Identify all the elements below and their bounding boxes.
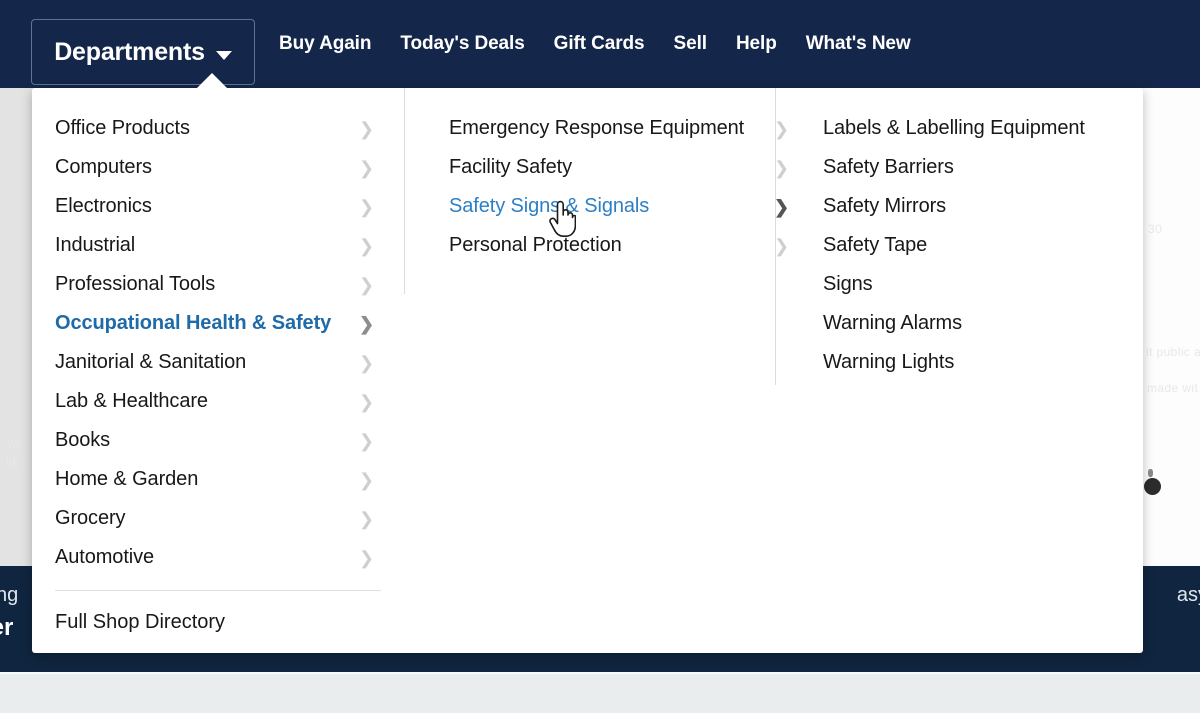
menu-item-label: Grocery xyxy=(55,507,126,529)
menu-item-label: Books xyxy=(55,429,111,451)
menu-item-label: Professional Tools xyxy=(55,273,216,295)
menu-item-emergency-response-equipment[interactable]: Emergency Response Equipment ❯ xyxy=(404,109,789,148)
menu-item-home-and-garden[interactable]: Home & Garden ❯ xyxy=(32,460,404,499)
menu-pointer-triangle xyxy=(196,73,228,89)
chevron-right-icon: ❯ xyxy=(359,469,375,490)
nav-link-sell[interactable]: Sell xyxy=(674,33,708,55)
menu-item-label: Signs xyxy=(823,273,873,295)
menu-item-books[interactable]: Books ❯ xyxy=(32,421,404,460)
menu-separator xyxy=(55,590,381,591)
chevron-right-icon: ❯ xyxy=(359,274,375,295)
nav-links: Buy Again Today's Deals Gift Cards Sell … xyxy=(279,0,911,88)
menu-item-label: Facility Safety xyxy=(449,156,572,178)
nav-link-help[interactable]: Help xyxy=(736,33,777,55)
menu-item-label: Automotive xyxy=(55,546,155,568)
menu-item-label: Industrial xyxy=(55,234,136,256)
column-divider-1 xyxy=(404,88,405,294)
menu-item-facility-safety[interactable]: Facility Safety ❯ xyxy=(404,148,789,187)
menu-item-personal-protection[interactable]: Personal Protection ❯ xyxy=(404,226,789,265)
menu-item-label: Lab & Healthcare xyxy=(55,390,208,412)
menu-item-grocery[interactable]: Grocery ❯ xyxy=(32,499,404,538)
menu-item-warning-alarms[interactable]: Warning Alarms xyxy=(775,304,1143,343)
chevron-right-icon: ❯ xyxy=(359,430,375,451)
chevron-right-icon: ❯ xyxy=(359,235,375,256)
menu-item-label: Office Products xyxy=(55,117,190,139)
menu-item-office-products[interactable]: Office Products ❯ xyxy=(32,109,404,148)
departments-column: Office Products ❯ Computers ❯ Electronic… xyxy=(32,88,404,642)
menu-item-computers[interactable]: Computers ❯ xyxy=(32,148,404,187)
background-faint-text: Yo xyxy=(6,437,21,451)
promo-text-left-bold: der xyxy=(0,614,14,641)
background-faint-text: made wit xyxy=(1147,381,1199,395)
menu-item-label: Electronics xyxy=(55,195,152,217)
menu-item-label: Safety Signs & Signals xyxy=(449,195,650,217)
departments-mega-menu: Office Products ❯ Computers ❯ Electronic… xyxy=(32,88,1143,653)
menu-item-janitorial-and-sanitation[interactable]: Janitorial & Sanitation ❯ xyxy=(32,343,404,382)
leaf-column: Labels & Labelling Equipment Safety Barr… xyxy=(775,88,1143,382)
menu-item-labels-and-labelling-equipment[interactable]: Labels & Labelling Equipment xyxy=(775,109,1143,148)
chevron-right-icon: ❯ xyxy=(359,391,375,412)
menu-item-occupational-health-and-safety[interactable]: Occupational Health & Safety ❯ xyxy=(32,304,404,343)
promo-text-left: ting xyxy=(0,584,19,606)
chevron-right-icon: ❯ xyxy=(359,118,375,139)
chevron-down-icon xyxy=(215,50,232,60)
chevron-right-icon: ❯ xyxy=(359,547,375,568)
menu-item-label: Home & Garden xyxy=(55,468,199,490)
menu-item-label: Labels & Labelling Equipment xyxy=(823,117,1085,139)
background-faint-text: lik xyxy=(6,455,19,469)
menu-item-safety-tape[interactable]: Safety Tape xyxy=(775,226,1143,265)
nav-link-buy-again[interactable]: Buy Again xyxy=(279,33,371,55)
menu-item-label: Full Shop Directory xyxy=(55,611,226,633)
menu-item-label: Safety Barriers xyxy=(823,156,954,178)
background-faint-text: 30 xyxy=(1148,222,1163,236)
column-divider-2 xyxy=(775,88,776,385)
menu-item-label: Warning Alarms xyxy=(823,312,963,334)
menu-item-label: Safety Tape xyxy=(823,234,928,256)
menu-item-signs[interactable]: Signs xyxy=(775,265,1143,304)
chevron-right-icon: ❯ xyxy=(359,196,375,217)
menu-item-label: Janitorial & Sanitation xyxy=(55,351,247,373)
menu-item-lab-and-healthcare[interactable]: Lab & Healthcare ❯ xyxy=(32,382,404,421)
menu-item-electronics[interactable]: Electronics ❯ xyxy=(32,187,404,226)
background-product-blob xyxy=(1144,478,1161,495)
chevron-right-icon: ❯ xyxy=(359,352,375,373)
menu-item-safety-barriers[interactable]: Safety Barriers xyxy=(775,148,1143,187)
subcategory-column: Emergency Response Equipment ❯ Facility … xyxy=(404,88,789,265)
background-product-dot xyxy=(1148,469,1153,477)
nav-link-whats-new[interactable]: What's New xyxy=(806,33,911,55)
bottom-strip xyxy=(0,672,1200,713)
menu-item-automotive[interactable]: Automotive ❯ xyxy=(32,538,404,577)
menu-item-label: Emergency Response Equipment xyxy=(449,117,745,139)
departments-button-label: Departments xyxy=(54,37,205,66)
chevron-right-icon: ❯ xyxy=(359,157,375,178)
menu-item-label: Personal Protection xyxy=(449,234,622,256)
chevron-right-icon: ❯ xyxy=(359,313,375,334)
promo-text-right: asy xyxy=(1176,584,1200,606)
menu-item-industrial[interactable]: Industrial ❯ xyxy=(32,226,404,265)
nav-link-gift-cards[interactable]: Gift Cards xyxy=(554,33,645,55)
top-navigation-bar: Departments Buy Again Today's Deals Gift… xyxy=(0,0,1200,88)
leaf-list: Labels & Labelling Equipment Safety Barr… xyxy=(775,88,1143,382)
menu-item-label: Computers xyxy=(55,156,152,178)
menu-item-label: Safety Mirrors xyxy=(823,195,947,217)
menu-item-safety-signs-and-signals[interactable]: Safety Signs & Signals ❯ xyxy=(404,187,789,226)
background-faint-text: it public a xyxy=(1146,345,1200,359)
menu-item-safety-mirrors[interactable]: Safety Mirrors xyxy=(775,187,1143,226)
subcategory-list: Emergency Response Equipment ❯ Facility … xyxy=(404,88,789,265)
departments-list: Office Products ❯ Computers ❯ Electronic… xyxy=(32,88,404,642)
chevron-right-icon: ❯ xyxy=(359,508,375,529)
menu-item-professional-tools[interactable]: Professional Tools ❯ xyxy=(32,265,404,304)
menu-item-label: Warning Lights xyxy=(823,351,955,373)
nav-link-todays-deals[interactable]: Today's Deals xyxy=(400,33,524,55)
menu-item-warning-lights[interactable]: Warning Lights xyxy=(775,343,1143,382)
menu-item-label: Occupational Health & Safety xyxy=(55,312,332,334)
menu-item-full-shop-directory[interactable]: Full Shop Directory xyxy=(32,603,404,642)
page-root: Yo lik 30 it public a made wit ting der … xyxy=(0,0,1200,713)
